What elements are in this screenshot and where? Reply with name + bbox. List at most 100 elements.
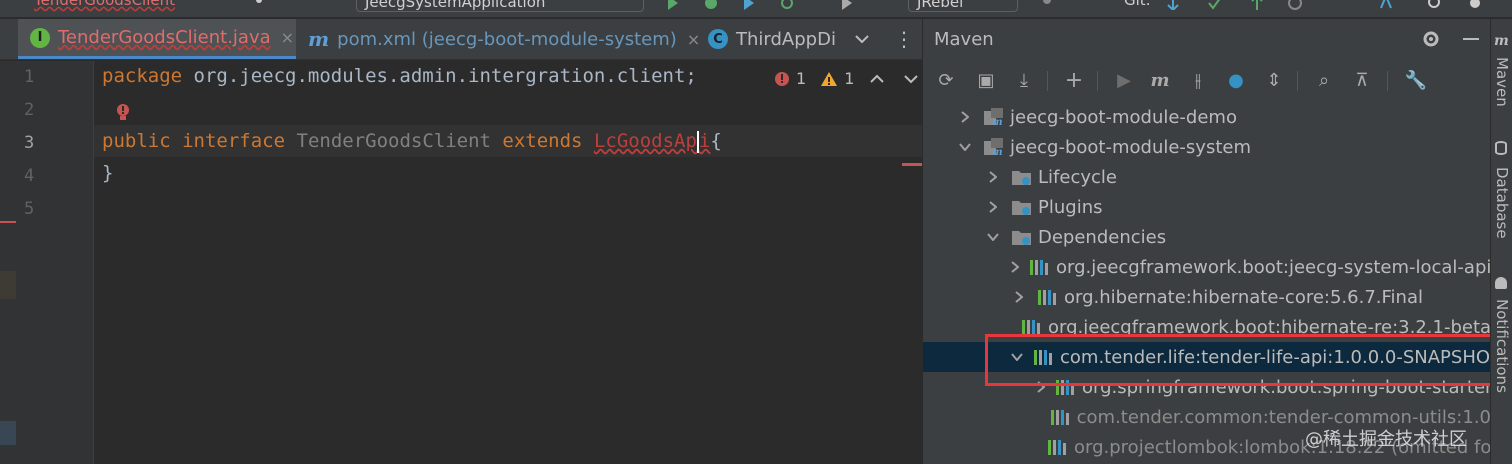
run-icon[interactable] <box>666 0 680 10</box>
minimize-icon[interactable] <box>1463 38 1479 40</box>
add-icon[interactable]: + <box>1063 68 1085 93</box>
line-number: 1 <box>24 67 35 87</box>
maven-toolbar: ⟳ ▣ ⤓ + ▶ m ⫲ ● ⇕ ⌕ ⊼ 🔧 <box>923 61 1491 99</box>
tree-node[interactable]: org.hibernate:hibernate-core:5.6.7.Final <box>923 282 1491 312</box>
inspection-widget[interactable]: 1 1 <box>774 69 919 88</box>
side-tab-maven[interactable]: Maven <box>1493 57 1511 107</box>
error-stripe <box>0 221 16 223</box>
tree-node[interactable]: org.springframework.boot:spring-boot-sta… <box>923 372 1493 402</box>
chevron-right-icon[interactable] <box>985 199 1001 215</box>
run-config-label: JeecgSystemApplication <box>365 0 546 11</box>
tab-label: TenderGoodsClient.java <box>58 27 271 48</box>
line-number: 3 <box>24 133 35 153</box>
chevron-right-icon[interactable] <box>1011 259 1019 275</box>
tab-pom-xml[interactable]: m pom.xml (jeecg-boot-module-system) × <box>300 19 700 59</box>
chevron-right-icon[interactable] <box>957 109 973 125</box>
debug-icon[interactable] <box>704 0 718 10</box>
maven-header: Maven <box>923 19 1491 59</box>
chevron-down-icon[interactable] <box>957 139 973 155</box>
account-icon[interactable] <box>1040 0 1054 10</box>
module-icon: m <box>983 108 1003 128</box>
svg-text:m: m <box>992 117 1003 126</box>
left-tool-strip <box>0 61 16 464</box>
close-tab-icon[interactable]: × <box>687 30 700 49</box>
git-commit-icon[interactable] <box>1208 0 1222 10</box>
chevron-right-icon[interactable] <box>1011 289 1027 305</box>
code-line-3: public interface TenderGoodsClient exten… <box>102 130 722 153</box>
tab-label: ThirdAppDi <box>736 28 836 50</box>
tree-node-label: org.springframework.boot:spring-boot-sta… <box>1082 376 1493 398</box>
main-toolbar: TenderGoodsClient JeecgSystemApplication… <box>0 0 1512 18</box>
translate-icon[interactable] <box>1380 0 1394 10</box>
toolbar-file-label[interactable]: TenderGoodsClient <box>34 0 175 11</box>
tab-tender-goods-client[interactable]: I TenderGoodsClient.java × <box>18 19 296 59</box>
git-update-icon[interactable] <box>1166 0 1180 10</box>
side-tab-database[interactable]: Database <box>1493 167 1511 239</box>
reload-icon[interactable]: ⟳ <box>935 69 957 91</box>
chevron-right-icon[interactable] <box>985 169 1001 185</box>
download-icon[interactable]: ⤓ <box>1013 69 1035 91</box>
wrench-icon[interactable]: 🔧 <box>1405 69 1427 91</box>
execute-goal-icon[interactable]: m <box>1149 69 1171 91</box>
lightbulb-error-icon[interactable] <box>114 103 132 123</box>
tree-node[interactable]: Plugins <box>923 192 1491 222</box>
unresolved-type-tail: i <box>698 130 711 152</box>
close-tab-icon[interactable]: × <box>281 28 294 47</box>
warning-icon <box>821 71 838 86</box>
chevron-down-icon[interactable] <box>985 229 1001 245</box>
tree-node[interactable]: org.jeecgframework.boot:jeecg-system-loc… <box>923 252 1509 282</box>
settings-toolbar-icon[interactable] <box>1468 0 1482 10</box>
profile-icon[interactable] <box>780 0 794 10</box>
tree-node-label: jeecg-boot-module-demo <box>1010 106 1237 128</box>
tree-node[interactable]: Lifecycle <box>923 162 1491 192</box>
side-tab-notifications[interactable]: Notifications <box>1493 299 1511 393</box>
warning-stripe <box>0 271 16 299</box>
tree-node[interactable]: m jeecg-boot-module-system <box>923 132 1491 162</box>
tree-node-label: Plugins <box>1038 196 1103 218</box>
interface-name: TenderGoodsClient <box>296 130 491 152</box>
maven-title: Maven <box>934 29 994 50</box>
maven-tool-window: Maven ⟳ ▣ ⤓ + ▶ m ⫲ ● ⇕ ⌕ ⊼ 🔧 m jeecg-boo… <box>922 19 1509 464</box>
line-number: 4 <box>24 166 35 186</box>
tree-node-label: org.hibernate:hibernate-core:5.6.7.Final <box>1064 286 1423 308</box>
attach-icon[interactable] <box>840 0 854 10</box>
line-number: 5 <box>24 199 35 219</box>
tab-third-app[interactable]: C ThirdAppDi <box>700 19 840 59</box>
library-icon <box>1050 408 1070 426</box>
tab-list-dropdown[interactable] <box>850 19 874 59</box>
collapse-all-icon[interactable]: ⇕ <box>1263 69 1285 91</box>
jrebel-select[interactable]: JRebel <box>908 0 1018 12</box>
tree-node[interactable]: m jeecg-boot-module-demo <box>923 102 1491 132</box>
tree-node[interactable]: Dependencies <box>923 222 1491 252</box>
right-tool-strip: m Maven Database Notifications <box>1490 19 1512 464</box>
user-icon[interactable] <box>252 0 266 10</box>
history-icon[interactable] <box>1288 0 1302 10</box>
skip-tests-icon[interactable]: ● <box>1225 69 1247 91</box>
error-scroll-marker[interactable] <box>902 163 922 166</box>
search-everywhere-icon[interactable] <box>1428 0 1442 10</box>
run-config-select[interactable]: JeecgSystemApplication <box>356 0 644 12</box>
chevron-down-icon[interactable] <box>904 74 919 84</box>
editor-tabs: I TenderGoodsClient.java × m pom.xml (je… <box>0 19 922 60</box>
tree-node[interactable]: org.jeecgframework.boot:hibernate-re:3.2… <box>923 312 1491 342</box>
run-maven-icon[interactable]: ▶ <box>1113 69 1135 91</box>
git-push-icon[interactable] <box>1250 0 1264 10</box>
module-icon: m <box>983 138 1003 158</box>
coverage-icon[interactable] <box>742 0 756 10</box>
toggle-offline-icon[interactable]: ⫲ <box>1187 69 1209 91</box>
code-editor[interactable]: package org.jeecg.modules.admin.intergra… <box>94 61 922 464</box>
chevron-up-icon[interactable] <box>870 74 885 84</box>
analyze-dependencies-icon[interactable]: ⌕ <box>1313 69 1335 91</box>
interface-icon: I <box>30 27 50 48</box>
tree-node[interactable]: com.tender.life:tender-life-api:1.0.0.0-… <box>923 342 1501 372</box>
generate-sources-icon[interactable]: ▣ <box>975 69 997 91</box>
tab-more-icon[interactable]: ⋮ <box>894 19 914 59</box>
tree-node-label: Dependencies <box>1038 226 1167 248</box>
chevron-down-icon[interactable] <box>1011 349 1023 365</box>
library-icon <box>1033 348 1053 366</box>
gear-icon[interactable] <box>1421 29 1441 49</box>
keyword-interface: interface <box>182 130 286 152</box>
tree-node-label: org.jeecgframework.boot:jeecg-system-loc… <box>1056 256 1509 278</box>
chevron-right-icon[interactable] <box>1037 379 1045 395</box>
show-diagram-icon[interactable]: ⊼ <box>1351 69 1373 91</box>
